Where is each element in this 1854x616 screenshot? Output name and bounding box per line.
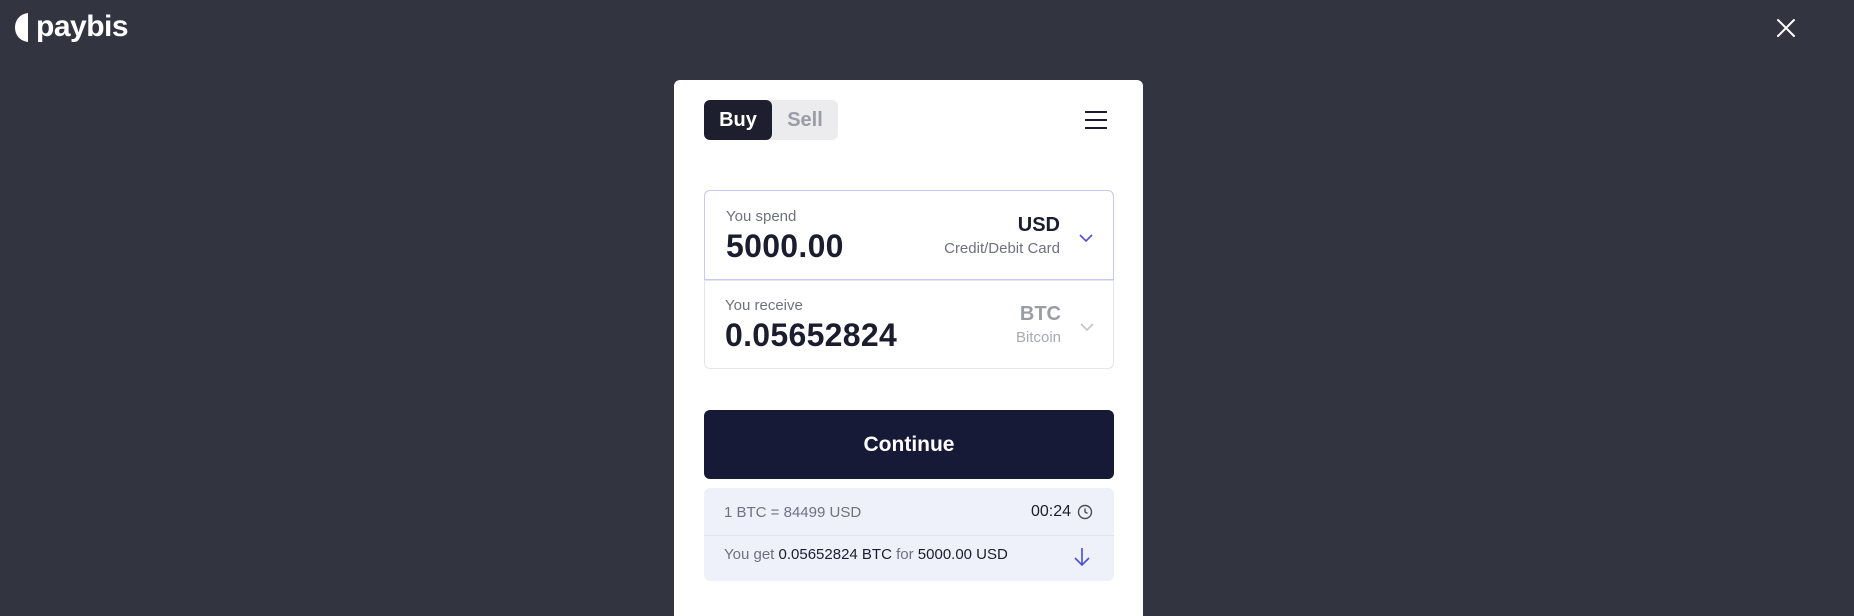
receive-amount-input[interactable]: 0.05652824	[725, 317, 897, 354]
tab-sell[interactable]: Sell	[772, 100, 838, 140]
exchange-rate: 1 BTC = 84499 USD	[724, 504, 862, 521]
clock-icon	[1077, 504, 1093, 520]
chevron-down-icon[interactable]	[1078, 230, 1094, 246]
you-get-for: for	[896, 546, 914, 563]
buy-sell-toggle: Buy Sell	[704, 100, 838, 140]
receive-currency-code[interactable]: BTC	[1020, 303, 1061, 326]
exchange-widget: Buy Sell You spend 5000.00 USD Credit/De…	[674, 80, 1143, 616]
spend-currency-code[interactable]: USD	[1018, 214, 1060, 237]
you-get-amount: 0.05652824 BTC	[778, 546, 892, 563]
timer-value: 00:24	[1030, 503, 1071, 520]
arrow-down-icon	[1074, 548, 1090, 567]
spend-payment-method[interactable]: Credit/Debit Card	[944, 240, 1060, 257]
spend-row[interactable]: You spend 5000.00 USD Credit/Debit Card	[704, 190, 1114, 280]
close-icon	[1777, 19, 1795, 37]
quote-summary: 1 BTC = 84499 USD 00:24 You get 0.056528…	[704, 488, 1114, 581]
chevron-down-icon[interactable]	[1079, 319, 1095, 335]
spend-label: You spend	[726, 208, 797, 225]
you-get-summary: You get 0.05652824 BTC for 5000.00 USD	[724, 546, 1008, 563]
menu-button[interactable]	[1084, 108, 1108, 132]
expand-details-button[interactable]	[1072, 546, 1092, 568]
paybis-logo-mark	[15, 12, 28, 42]
hamburger-menu-icon	[1085, 111, 1107, 129]
quote-timer: 00:24	[1031, 503, 1093, 521]
continue-button[interactable]: Continue	[704, 410, 1114, 479]
you-get-prefix: You get	[724, 546, 775, 563]
tab-buy[interactable]: Buy	[704, 100, 772, 140]
paybis-logo[interactable]: paybis	[14, 10, 129, 44]
you-get-total: 5000.00 USD	[917, 546, 1008, 563]
brand-name: paybis	[36, 10, 129, 43]
spend-amount-input[interactable]: 5000.00	[726, 228, 844, 265]
receive-label: You receive	[725, 297, 803, 314]
close-button[interactable]	[1774, 16, 1798, 40]
exchange-form: You spend 5000.00 USD Credit/Debit Card …	[704, 190, 1114, 369]
receive-currency-name[interactable]: Bitcoin	[1016, 329, 1061, 346]
receive-row[interactable]: You receive 0.05652824 BTC Bitcoin	[705, 280, 1113, 368]
divider	[704, 535, 1114, 536]
